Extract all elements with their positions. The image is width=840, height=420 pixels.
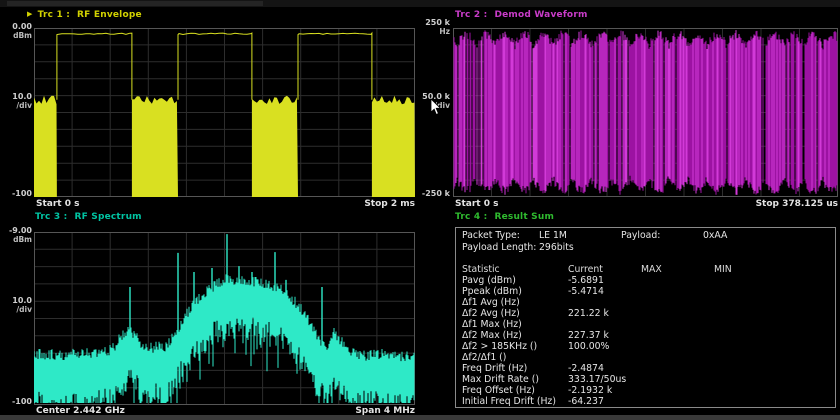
stat-name: Ppeak (dBm) [462, 286, 522, 297]
trc1-y-top-label: 0.00dBm [0, 22, 32, 40]
rf-envelope-plot[interactable] [34, 28, 415, 197]
table-row: Ppeak (dBm) -5.4714 [456, 286, 835, 297]
payload-length-value: 296bits [539, 242, 574, 253]
panel-title-demod-waveform[interactable]: Trc 2 : Demod Waveform [455, 10, 588, 20]
stat-current: 100.00% [568, 341, 609, 352]
stat-name: Freq Drift (Hz) [462, 363, 527, 374]
stat-current: -5.6891 [568, 275, 604, 286]
stat-name: Initial Freq Drift (Hz) [462, 396, 556, 407]
payload-value: 0xAA [703, 230, 727, 241]
table-row: Pavg (dBm) -5.6891 [456, 275, 835, 286]
col-current: Current [568, 264, 603, 275]
trc1-x-start-label: Start 0 s [36, 199, 79, 209]
table-row: Δf2 Avg (Hz) 221.22 k [456, 308, 835, 319]
trace2-name: Demod Waveform [494, 10, 587, 20]
trace4-name: Result Sum [494, 212, 554, 222]
trace2-prefix: Trc 2 : [455, 10, 487, 20]
packet-type-value: LE 1M [539, 230, 567, 241]
trace3-prefix: Trc 3 : [35, 212, 67, 222]
stat-name: Pavg (dBm) [462, 275, 516, 286]
window-bottom-strip [0, 415, 840, 420]
stat-current: 227.37 k [568, 330, 609, 341]
stat-current: -2.1932 k [568, 385, 612, 396]
panel-title-result-summary[interactable]: Trc 4 : Result Sum [455, 212, 554, 222]
mouse-cursor-icon [430, 98, 442, 116]
window-top-strip [0, 0, 840, 7]
panel-title-rf-envelope[interactable]: ▶ Trc 1 : RF Envelope [27, 10, 142, 20]
top-strip-texture [7, 1, 263, 6]
table-row: Initial Freq Drift (Hz) -64.237 [456, 396, 835, 407]
trace3-name: RF Spectrum [74, 212, 141, 222]
stat-name: Δf1 Avg (Hz) [462, 297, 520, 308]
table-row: Δf2 Max (Hz) 227.37 k [456, 330, 835, 341]
trc1-y-div-label: 10.0/div [0, 92, 32, 110]
stat-current: -2.4874 [568, 363, 604, 374]
stats-header-row: Statistic Current MAX MIN [456, 264, 835, 275]
trc2-x-start-label: Start 0 s [455, 199, 498, 209]
table-row: Freq Drift (Hz) -2.4874 [456, 363, 835, 374]
packet-info-row: Payload Length: 296bits [456, 242, 835, 254]
table-row: Δf1 Avg (Hz) [456, 297, 835, 308]
trace4-prefix: Trc 4 : [455, 212, 487, 222]
col-min: MIN [714, 264, 732, 275]
selected-trace-marker-icon: ▶ [27, 10, 33, 18]
stat-name: Δf2/Δf1 () [462, 352, 506, 363]
col-statistic: Statistic [462, 264, 500, 275]
stat-name: Δf2 > 185KHz () [462, 341, 537, 352]
panel-title-rf-spectrum[interactable]: Trc 3 : RF Spectrum [35, 212, 142, 222]
payload-length-label: Payload Length: [462, 242, 536, 253]
rf-spectrum-plot[interactable] [34, 232, 415, 405]
stat-name: Δf1 Max (Hz) [462, 319, 522, 330]
table-row: Freq Offset (Hz) -2.1932 k [456, 385, 835, 396]
table-spacer [456, 255, 835, 264]
stat-name: Δf2 Avg (Hz) [462, 308, 520, 319]
trc1-x-stop-label: Stop 2 ms [265, 199, 415, 209]
result-summary-table: Packet Type: LE 1M Payload: 0xAA Payload… [455, 227, 836, 408]
table-row: Max Drift Rate () 333.17/50us [456, 374, 835, 385]
stat-current: 221.22 k [568, 308, 609, 319]
stat-name: Δf2 Max (Hz) [462, 330, 522, 341]
payload-label: Payload: [621, 230, 660, 241]
packet-type-label: Packet Type: [462, 230, 520, 241]
stat-current: -5.4714 [568, 286, 604, 297]
trace1-prefix: Trc 1 : [38, 10, 70, 20]
trc3-y-bottom-label: -100 [0, 397, 32, 406]
trc2-y-bottom-label: -250 k [418, 189, 450, 198]
demod-waveform-plot[interactable] [453, 28, 838, 197]
stat-current: 333.17/50us [568, 374, 626, 385]
table-row: Δf2/Δf1 () [456, 352, 835, 363]
packet-info-row: Packet Type: LE 1M Payload: 0xAA [456, 230, 835, 242]
stat-current: -64.237 [568, 396, 604, 407]
trc1-y-bottom-label: -100 [0, 189, 32, 198]
trc2-x-stop-label: Stop 378.125 us [688, 199, 838, 209]
stat-name: Freq Offset (Hz) [462, 385, 535, 396]
signal-analyzer-screen: ▶ Trc 1 : RF Envelope 0.00dBm 10.0/div -10… [0, 0, 840, 420]
trace1-name: RF Envelope [77, 10, 142, 20]
table-row: Δf2 > 185KHz () 100.00% [456, 341, 835, 352]
col-max: MAX [641, 264, 662, 275]
trc3-y-div-label: 10.0/div [0, 296, 32, 314]
stat-name: Max Drift Rate () [462, 374, 539, 385]
table-row: Δf1 Max (Hz) [456, 319, 835, 330]
trc2-y-top-label: 250 kHz [418, 18, 450, 36]
trc3-y-top-label: -9.00dBm [0, 226, 32, 244]
